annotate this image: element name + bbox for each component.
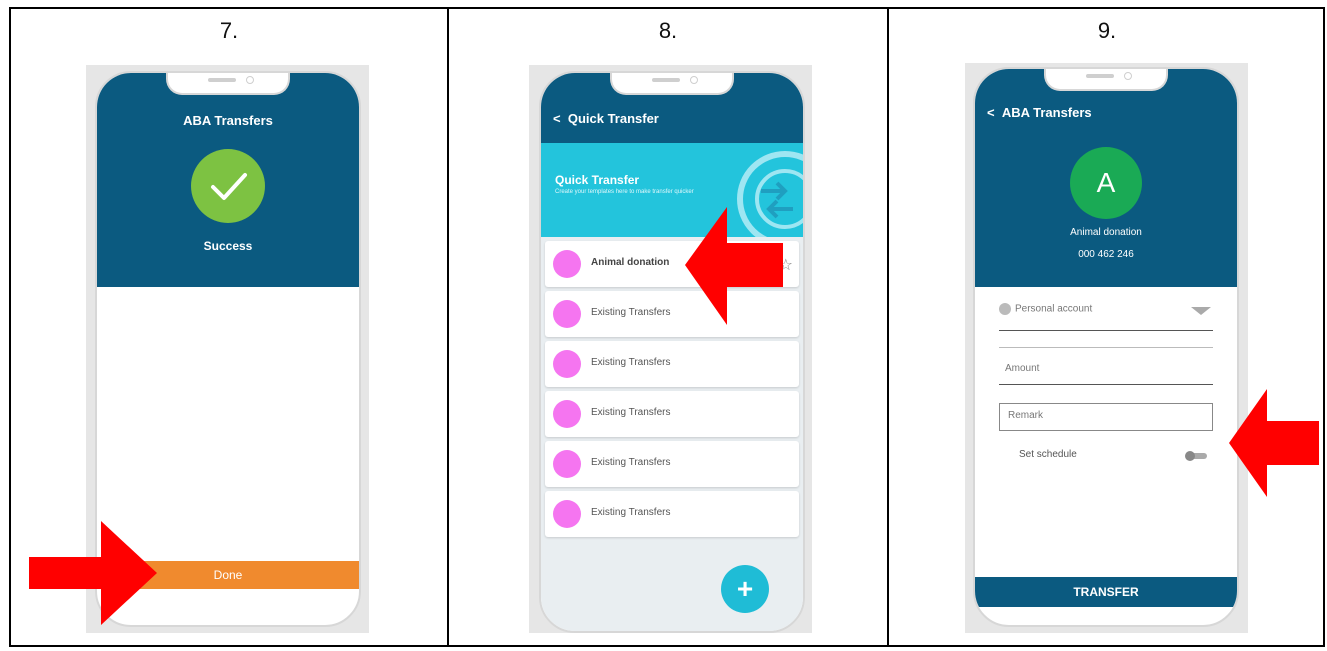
step-9-cell: 9. < ABA Transfers A Animal donation 000… bbox=[889, 9, 1325, 645]
item-label: Existing Transfers bbox=[591, 507, 671, 518]
pointer-arrow-icon bbox=[1229, 389, 1319, 497]
avatar bbox=[553, 350, 581, 378]
item-label: Existing Transfers bbox=[591, 457, 671, 468]
recipient-number: 000 462 246 bbox=[1078, 249, 1134, 260]
account-select[interactable]: Personal account bbox=[999, 303, 1213, 331]
schedule-toggle[interactable] bbox=[1185, 451, 1207, 461]
recipient-name: Animal donation bbox=[1070, 227, 1142, 238]
screen-title: Quick Transfer bbox=[567, 111, 659, 126]
account-select-value: Personal account bbox=[1015, 303, 1093, 315]
screen-title: ABA Transfers bbox=[183, 113, 273, 128]
avatar bbox=[553, 300, 581, 328]
avatar bbox=[553, 400, 581, 428]
divider bbox=[999, 347, 1213, 348]
avatar bbox=[553, 500, 581, 528]
remark-placeholder: Remark bbox=[1008, 410, 1044, 421]
avatar bbox=[553, 450, 581, 478]
list-item[interactable]: Existing Transfers bbox=[545, 491, 799, 537]
item-label: Existing Transfers bbox=[591, 357, 671, 368]
list-item[interactable]: Existing Transfers bbox=[545, 441, 799, 487]
list-item[interactable]: Existing Transfers bbox=[545, 391, 799, 437]
pointer-arrow-icon bbox=[29, 521, 157, 625]
recipient-avatar: A bbox=[1070, 147, 1142, 219]
phone-notch bbox=[610, 73, 734, 95]
chevron-left-icon: < bbox=[987, 105, 995, 120]
schedule-row: Set schedule bbox=[999, 447, 1213, 467]
step-number: 9. bbox=[1097, 18, 1117, 43]
step-number: 8. bbox=[658, 18, 678, 43]
step-number: 7. bbox=[219, 18, 239, 43]
success-check-icon bbox=[191, 149, 265, 223]
step-7-cell: 7. ABA Transfers Success Done bbox=[11, 9, 449, 645]
screen-title: ABA Transfers bbox=[1001, 105, 1092, 120]
add-transfer-button[interactable]: + bbox=[721, 565, 769, 613]
item-label: Existing Transfers bbox=[591, 407, 671, 418]
phone-screen-9: < ABA Transfers A Animal donation 000 46… bbox=[973, 67, 1239, 627]
phone-notch bbox=[166, 73, 290, 95]
chevron-left-icon: < bbox=[553, 111, 561, 126]
item-label: Existing Transfers bbox=[591, 307, 671, 318]
amount-placeholder: Amount bbox=[1005, 363, 1040, 374]
pointer-arrow-icon bbox=[685, 207, 783, 325]
account-icon bbox=[999, 303, 1011, 315]
success-label: Success bbox=[203, 239, 253, 253]
phone-screen-8: < Quick Transfer Quick Transfer Create y… bbox=[539, 71, 805, 633]
success-header: ABA Transfers Success bbox=[97, 73, 359, 287]
schedule-label: Set schedule bbox=[1019, 449, 1077, 460]
back-button[interactable]: < ABA Transfers bbox=[987, 105, 1092, 120]
list-item[interactable]: Existing Transfers bbox=[545, 341, 799, 387]
avatar bbox=[553, 250, 581, 278]
phone-notch bbox=[1044, 69, 1168, 91]
step-8-cell: 8. < Quick Transfer Quick Transfer Creat… bbox=[449, 9, 889, 645]
recipient-header: < ABA Transfers A Animal donation 000 46… bbox=[975, 69, 1237, 287]
banner-title: Quick Transfer bbox=[555, 173, 640, 187]
transfer-button[interactable]: TRANSFER bbox=[975, 577, 1237, 607]
item-label: Animal donation bbox=[591, 257, 670, 268]
amount-field[interactable]: Amount bbox=[999, 357, 1213, 385]
remark-field[interactable]: Remark bbox=[999, 403, 1213, 431]
chevron-down-icon bbox=[1191, 307, 1211, 315]
banner-subtitle: Create your templates here to make trans… bbox=[555, 189, 694, 195]
back-button[interactable]: < Quick Transfer bbox=[553, 111, 659, 126]
tutorial-grid: 7. ABA Transfers Success Done 8. < Quick… bbox=[9, 7, 1325, 647]
